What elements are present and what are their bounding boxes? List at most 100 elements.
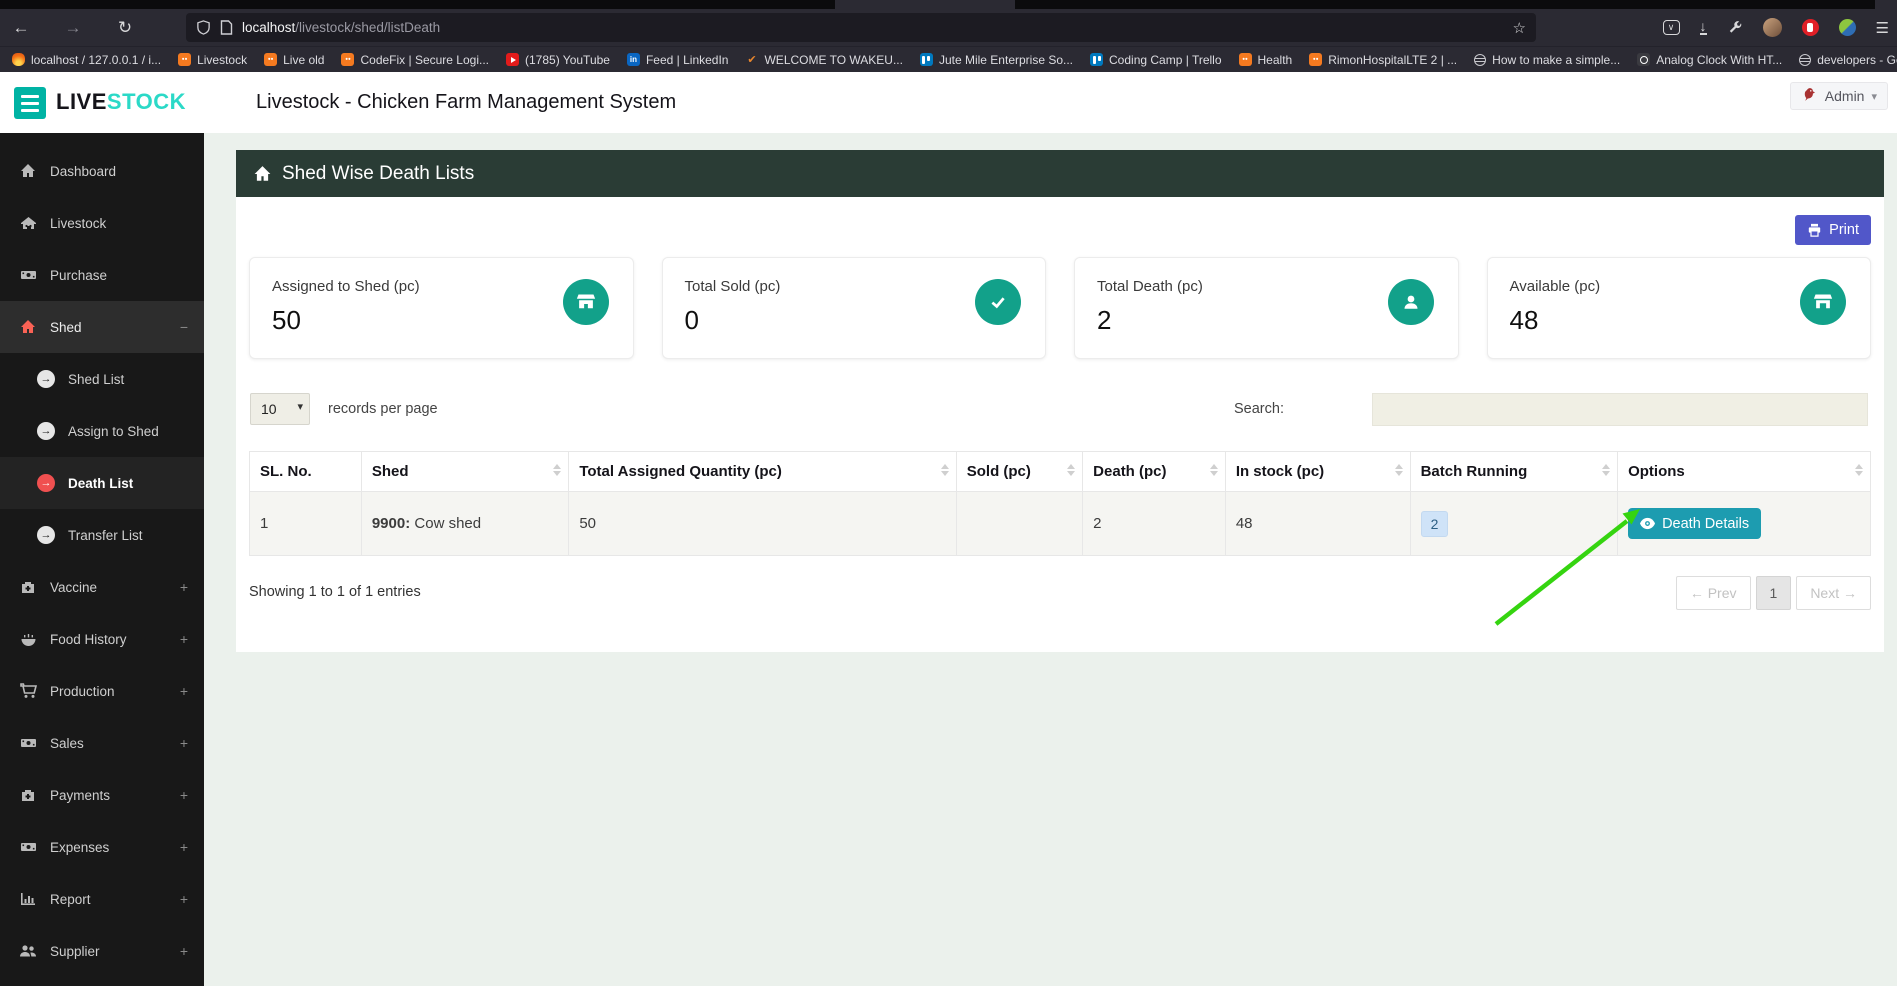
expand-toggle[interactable]: + [180,735,188,751]
bookmark-label: Analog Clock With HT... [1656,52,1783,67]
next-page-button[interactable]: Next → [1796,576,1871,610]
sidebar-item-vaccine[interactable]: Vaccine + [0,561,204,613]
phpmyadmin-flame-icon [12,53,25,66]
bookmark-youtube[interactable]: (1785) YouTube [506,53,610,67]
batch-badge[interactable]: 2 [1420,510,1449,537]
sidebar-item-livestock[interactable]: Livestock [0,197,204,249]
bookmark-codefix[interactable]: ꞏꞏ CodeFix | Secure Logi... [341,53,489,67]
circle-arrow-icon: → [37,526,55,544]
sidebar-item-shed-list[interactable]: → Shed List [0,353,204,405]
shield-icon [196,20,211,35]
bookmark-health[interactable]: ꞏꞏ Health [1238,53,1292,67]
cell-options: Death Details [1617,491,1871,556]
trello-icon [919,53,933,66]
sidebar-item-expenses[interactable]: Expenses + [0,821,204,873]
column-header-total-assigned[interactable]: Total Assigned Quantity (pc) [568,451,957,492]
prev-page-button[interactable]: ← Prev [1675,576,1751,610]
downloads-icon[interactable]: ↓ [1699,19,1707,35]
column-header-batch-running[interactable]: Batch Running [1409,451,1619,492]
menu-icon[interactable]: ☰ [1876,19,1889,37]
idm-icon[interactable] [1838,19,1856,36]
url-bar[interactable]: localhost/livestock/shed/listDeath ☆ [186,13,1536,42]
bookmark-star-icon[interactable]: ☆ [1513,19,1526,37]
column-header-death[interactable]: Death (pc) [1082,451,1226,492]
expand-toggle[interactable]: + [180,839,188,855]
card-label: Total Sold (pc) [684,278,781,295]
app-logo[interactable]: LIVESTOCK [56,89,186,115]
bookmark-developers[interactable]: developers - Google G... [1799,53,1897,67]
sidebar-item-payments[interactable]: Payments + [0,769,204,821]
chevron-down-icon: ▾ [1871,90,1877,103]
bookmark-coding-camp[interactable]: Coding Camp | Trello [1090,53,1222,67]
page-info-icon[interactable] [220,20,233,35]
shed-icon [19,319,37,335]
sidebar-item-dashboard[interactable]: Dashboard [0,145,204,197]
expand-toggle[interactable]: + [180,891,188,907]
bookmark-label: Livestock [197,52,248,67]
admin-menu-button[interactable]: Admin ▾ [1789,82,1888,110]
column-header-sold[interactable]: Sold (pc) [955,451,1084,492]
cell-sl-no: 1 [249,491,362,556]
back-icon[interactable]: ← [8,15,34,41]
sidebar-item-transfer-list[interactable]: → Transfer List [0,509,204,561]
eye-icon [1640,517,1656,530]
expand-toggle[interactable]: + [180,943,188,959]
page-1-button[interactable]: 1 [1755,576,1792,610]
expand-toggle[interactable]: + [180,631,188,647]
column-header-in-stock[interactable]: In stock (pc) [1224,451,1411,492]
sidebar-item-supplier[interactable]: Supplier + [0,925,204,977]
bookmark-wakeu[interactable]: ✔ WELCOME TO WAKEU... [745,53,903,67]
sidebar-item-label: Assign to Shed [68,423,159,439]
bookmark-live-old[interactable]: ꞏꞏ Live old [264,53,324,67]
pocket-icon[interactable]: ∨ [1662,20,1680,35]
bookmark-how-to[interactable]: How to make a simple... [1474,53,1620,67]
showing-entries-text: Showing 1 to 1 of 1 entries [249,584,421,600]
adblock-icon[interactable] [1801,19,1819,36]
search-input[interactable] [1372,393,1868,426]
sidebar-item-sales[interactable]: Sales + [0,717,204,769]
card-total-sold: Total Sold (pc) 0 [661,257,1046,359]
url-text: localhost/livestock/shed/listDeath [242,20,440,35]
records-per-page-label: records per page [328,401,438,417]
bookmark-analog-clock[interactable]: Analog Clock With HT... [1637,53,1782,67]
print-button[interactable]: Print [1795,215,1871,245]
sidebar-item-production[interactable]: Production + [0,665,204,717]
profile-avatar[interactable] [1762,18,1782,37]
sidebar-item-purchase[interactable]: Purchase [0,249,204,301]
home-icon [254,165,271,181]
bookmark-livestock[interactable]: ꞏꞏ Livestock [178,53,247,67]
column-header-sl-no[interactable]: SL. No. [249,451,362,492]
death-list-table: SL. No. Shed Total Assigned Quantity (pc… [249,451,1871,556]
cell-batch-running: 2 [1409,491,1619,556]
card-label: Available (pc) [1509,278,1601,295]
sidebar-toggle-button[interactable] [14,87,46,119]
bookmark-rimonhospital[interactable]: ꞏꞏ RimonHospitalLTE 2 | ... [1309,53,1457,67]
sidebar-item-death-list[interactable]: → Death List [0,457,204,509]
column-header-options[interactable]: Options [1617,451,1871,492]
sidebar-item-food-history[interactable]: Food History + [0,613,204,665]
forward-icon[interactable]: → [60,15,86,41]
column-header-shed[interactable]: Shed [360,451,570,492]
page-title: Livestock - Chicken Farm Management Syst… [256,91,677,113]
collapse-toggle[interactable]: − [180,319,188,335]
card-value: 2 [1097,305,1112,335]
death-details-button[interactable]: Death Details [1628,508,1762,539]
bookmark-jute-mile[interactable]: Jute Mile Enterprise So... [919,53,1073,67]
wrench-icon[interactable] [1727,20,1743,36]
bookmark-localhost[interactable]: localhost / 127.0.0.1 / i... [12,53,161,67]
circle-arrow-icon: → [37,370,55,388]
sidebar-item-assign-to-shed[interactable]: → Assign to Shed [0,405,204,457]
sidebar-item-label: Production [50,683,115,699]
table-controls: 10 records per page Search: [249,393,1871,429]
reload-icon[interactable]: ↻ [112,15,138,41]
sidebar-item-report[interactable]: Report + [0,873,204,925]
sidebar-item-shed[interactable]: Shed − [0,301,204,353]
expand-toggle[interactable]: + [180,579,188,595]
bookmark-linkedin[interactable]: in Feed | LinkedIn [626,53,728,67]
expand-toggle[interactable]: + [180,683,188,699]
admin-label: Admin [1824,88,1865,104]
expand-toggle[interactable]: + [180,787,188,803]
records-per-page-select[interactable]: 10 [250,393,310,425]
sort-icon [1855,464,1863,476]
browser-tab[interactable] [835,0,1015,9]
